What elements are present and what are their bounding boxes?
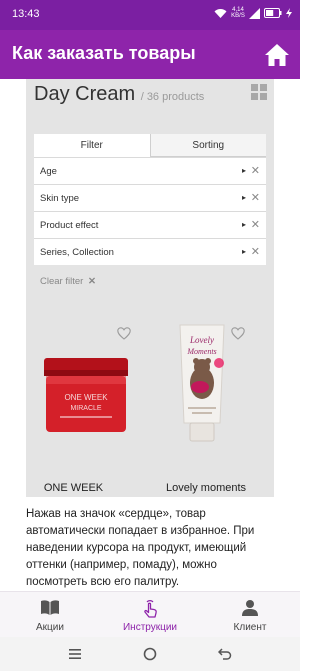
nav-item-promotions[interactable]: Акции	[0, 592, 100, 638]
close-icon[interactable]: ✕	[251, 164, 260, 177]
filter-row-label: Skin type	[40, 193, 80, 204]
filter-panel: Filter Sorting Age ▸ ✕ Skin type ▸ ✕ Pro…	[34, 134, 266, 265]
system-navigation-bar	[0, 637, 300, 671]
filter-row-label: Product effect	[40, 220, 99, 231]
heart-icon[interactable]	[231, 327, 245, 340]
nav-label: Акции	[36, 622, 64, 633]
product-name[interactable]: ONE WEEK	[26, 482, 121, 494]
clear-filter-link[interactable]: Clear filter ✕	[40, 276, 96, 287]
svg-text:Lovely: Lovely	[189, 335, 214, 345]
menu-button[interactable]	[67, 646, 83, 662]
status-icons: 4,14 KB/S	[214, 7, 292, 19]
filter-row-series[interactable]: Series, Collection ▸ ✕	[34, 238, 266, 265]
filter-row-age[interactable]: Age ▸ ✕	[34, 157, 266, 184]
circle-home-icon	[143, 647, 157, 661]
filter-tabs: Filter Sorting	[34, 134, 266, 157]
status-bar: 13:43 4,14 KB/S	[0, 0, 300, 30]
chevron-right-icon: ▸	[241, 247, 246, 256]
home-button[interactable]	[262, 40, 292, 70]
grid-view-icon[interactable]	[251, 84, 267, 100]
instruction-screenshot: Day Cream / 36 products Filter Sorting A…	[26, 79, 274, 497]
battery-icon	[264, 8, 282, 18]
nav-label: Клиент	[233, 622, 267, 633]
filter-row-skin-type[interactable]: Skin type ▸ ✕	[34, 184, 266, 211]
app-bar: Как заказать товары	[0, 30, 300, 79]
touch-hand-icon	[144, 600, 157, 618]
bottom-navigation: Акции Инструкции Клиент	[0, 591, 300, 637]
status-time: 13:43	[12, 8, 40, 20]
nav-label: Инструкции	[122, 622, 177, 633]
page-title: Как заказать товары	[12, 43, 196, 63]
filter-row-label: Age	[40, 166, 57, 177]
back-button[interactable]	[217, 646, 233, 662]
clear-filter-x-icon: ✕	[87, 276, 96, 287]
close-icon[interactable]: ✕	[251, 218, 260, 231]
back-icon	[218, 648, 232, 660]
system-home-button[interactable]	[142, 646, 158, 662]
home-icon	[265, 44, 289, 66]
close-icon[interactable]: ✕	[251, 191, 260, 204]
filter-row-label: Series, Collection	[40, 247, 114, 258]
chevron-right-icon: ▸	[241, 193, 246, 202]
product-image-one-week[interactable]: ONE WEEK MIRACLE	[40, 356, 132, 436]
network-speed-unit: KB/S	[231, 13, 245, 19]
heart-icon[interactable]	[117, 327, 131, 340]
charging-icon	[286, 8, 292, 18]
svg-text:ONE WEEK: ONE WEEK	[64, 393, 108, 402]
close-icon[interactable]: ✕	[251, 245, 260, 258]
content-area: Day Cream / 36 products Filter Sorting A…	[0, 79, 300, 591]
nav-item-instructions[interactable]: Инструкции	[100, 592, 200, 638]
tab-sorting[interactable]: Sorting	[150, 134, 266, 157]
product-count: / 36 products	[140, 91, 205, 103]
person-icon	[242, 600, 258, 616]
nav-item-client[interactable]: Клиент	[200, 592, 300, 638]
tab-filter[interactable]: Filter	[34, 134, 151, 157]
product-category-title: Day Cream / 36 products	[34, 83, 204, 106]
chevron-right-icon: ▸	[241, 166, 246, 175]
book-icon	[41, 600, 59, 615]
clear-filter-label: Clear filter	[40, 276, 84, 287]
filter-row-product-effect[interactable]: Product effect ▸ ✕	[34, 211, 266, 238]
chevron-right-icon: ▸	[241, 220, 246, 229]
wifi-icon	[214, 8, 227, 18]
instruction-text: Нажав на значок «сердце», товар автомати…	[26, 508, 255, 588]
category-name: Day Cream	[34, 83, 136, 105]
menu-icon	[69, 649, 81, 659]
svg-text:MIRACLE: MIRACLE	[70, 405, 101, 412]
svg-text:Moments: Moments	[186, 347, 216, 356]
product-image-lovely-moments[interactable]: Lovely Moments	[174, 323, 230, 445]
product-name[interactable]: Lovely moments	[146, 482, 266, 494]
signal-icon	[249, 7, 260, 19]
network-speed: 4,14 KB/S	[231, 7, 245, 19]
